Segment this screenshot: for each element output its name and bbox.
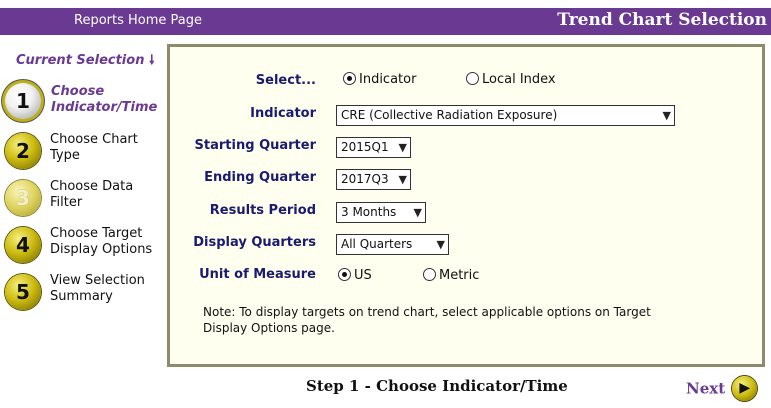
selection-form-panel: Select... Indicator Local Index Indicato…	[167, 44, 765, 367]
display-quarters-value: All Quarters	[341, 237, 413, 251]
display-quarters-select[interactable]: All Quarters ▼	[336, 234, 449, 255]
step-1-indicator-time[interactable]: 1 Choose Indicator/Time	[4, 83, 166, 127]
step-label: View Selection Summary	[50, 273, 145, 305]
step-2-chart-type[interactable]: 2 Choose Chart Type	[4, 132, 166, 177]
radio-us[interactable]: US	[338, 268, 372, 283]
step-label-line1: Choose	[51, 84, 105, 99]
step-number-circle-icon: 1	[5, 83, 41, 119]
display-quarters-label: Display Quarters	[193, 235, 316, 250]
step-number: 1	[16, 89, 30, 113]
step-label-line2: Summary	[50, 289, 113, 304]
page-title: Trend Chart Selection	[557, 10, 767, 30]
starting-quarter-select[interactable]: 2015Q1 ▼	[336, 137, 411, 158]
step-number: 3	[16, 186, 30, 210]
step-label: Choose Chart Type	[50, 132, 138, 164]
step-label-line1: Choose Data	[50, 179, 134, 194]
chevron-down-icon: ▼	[398, 141, 407, 154]
radio-local-index-button[interactable]	[466, 72, 479, 85]
results-period-label: Results Period	[209, 203, 316, 218]
ending-quarter-label: Ending Quarter	[204, 170, 316, 185]
step-label-line2: Indicator/Time	[51, 100, 158, 115]
step-number: 4	[16, 233, 30, 257]
chevron-down-icon: ▼	[436, 238, 445, 251]
step-label-line2: Display Options	[50, 242, 153, 257]
step-number-circle-icon: 2	[5, 133, 41, 169]
step-label-line2: Filter	[50, 195, 83, 210]
radio-indicator-label: Indicator	[359, 72, 417, 87]
step-number-circle-icon: 5	[5, 274, 41, 310]
radio-indicator[interactable]: Indicator	[343, 72, 416, 87]
select-by-label: Select...	[255, 73, 316, 88]
ending-quarter-value: 2017Q3	[341, 172, 389, 186]
header-bar: Reports Home Page Trend Chart Selection	[0, 8, 771, 35]
step-5-selection-summary[interactable]: 5 View Selection Summary	[4, 273, 166, 318]
step-number: 5	[16, 280, 30, 304]
results-period-value: 3 Months	[341, 205, 397, 219]
next-button[interactable]: Next ▶	[686, 376, 758, 401]
results-period-select[interactable]: 3 Months ▼	[336, 202, 426, 223]
radio-metric[interactable]: Metric	[423, 268, 479, 283]
ending-quarter-select[interactable]: 2017Q3 ▼	[336, 169, 411, 190]
step-label: Choose Data Filter	[50, 179, 133, 211]
step-4-target-display[interactable]: 4 Choose Target Display Options	[4, 226, 166, 271]
step-label-line1: Choose Chart	[50, 132, 138, 147]
current-selection-label: Current Selection 🠗	[16, 51, 155, 73]
next-label: Next	[686, 379, 726, 398]
indicator-label: Indicator	[250, 106, 316, 121]
radio-local-index-label: Local Index	[482, 72, 556, 87]
note-line1: Note: To display targets on trend chart,…	[203, 305, 651, 319]
step-label-line1: View Selection	[50, 273, 145, 288]
reports-home-link[interactable]: Reports Home Page	[74, 13, 202, 28]
step-label-line2: Type	[50, 148, 80, 163]
radio-us-label: US	[354, 268, 372, 283]
step-number-circle-icon: 4	[5, 227, 41, 263]
note-line2: Display Options page.	[203, 321, 335, 335]
current-selection-text: Current Selection	[16, 53, 145, 68]
radio-indicator-button[interactable]	[343, 72, 356, 85]
indicator-select[interactable]: CRE (Collective Radiation Exposure) ▼	[336, 105, 675, 126]
starting-quarter-value: 2015Q1	[341, 140, 389, 154]
next-arrow-icon[interactable]: ▶	[732, 376, 758, 401]
chevron-down-icon: ▼	[413, 206, 422, 219]
radio-us-button[interactable]	[338, 268, 351, 281]
step-3-data-filter: 3 Choose Data Filter	[4, 179, 166, 224]
step-title: Step 1 - Choose Indicator/Time	[306, 377, 568, 395]
step-number: 2	[16, 139, 30, 163]
step-number-circle-icon: 3	[5, 180, 41, 216]
step-label-line1: Choose Target	[50, 226, 143, 241]
radio-metric-button[interactable]	[423, 268, 436, 281]
unit-of-measure-label: Unit of Measure	[199, 267, 316, 282]
indicator-select-value: CRE (Collective Radiation Exposure)	[341, 108, 558, 122]
chevron-down-icon: ▼	[662, 109, 671, 122]
step-label: Choose Target Display Options	[50, 226, 152, 258]
chevron-down-icon: ▼	[398, 173, 407, 186]
step-label: Choose Indicator/Time	[51, 84, 157, 116]
starting-quarter-label: Starting Quarter	[194, 138, 316, 153]
radio-local-index[interactable]: Local Index	[466, 72, 556, 87]
down-arrow-icon: 🠗	[148, 53, 155, 68]
targets-note: Note: To display targets on trend chart,…	[203, 304, 723, 336]
radio-metric-label: Metric	[439, 268, 480, 283]
